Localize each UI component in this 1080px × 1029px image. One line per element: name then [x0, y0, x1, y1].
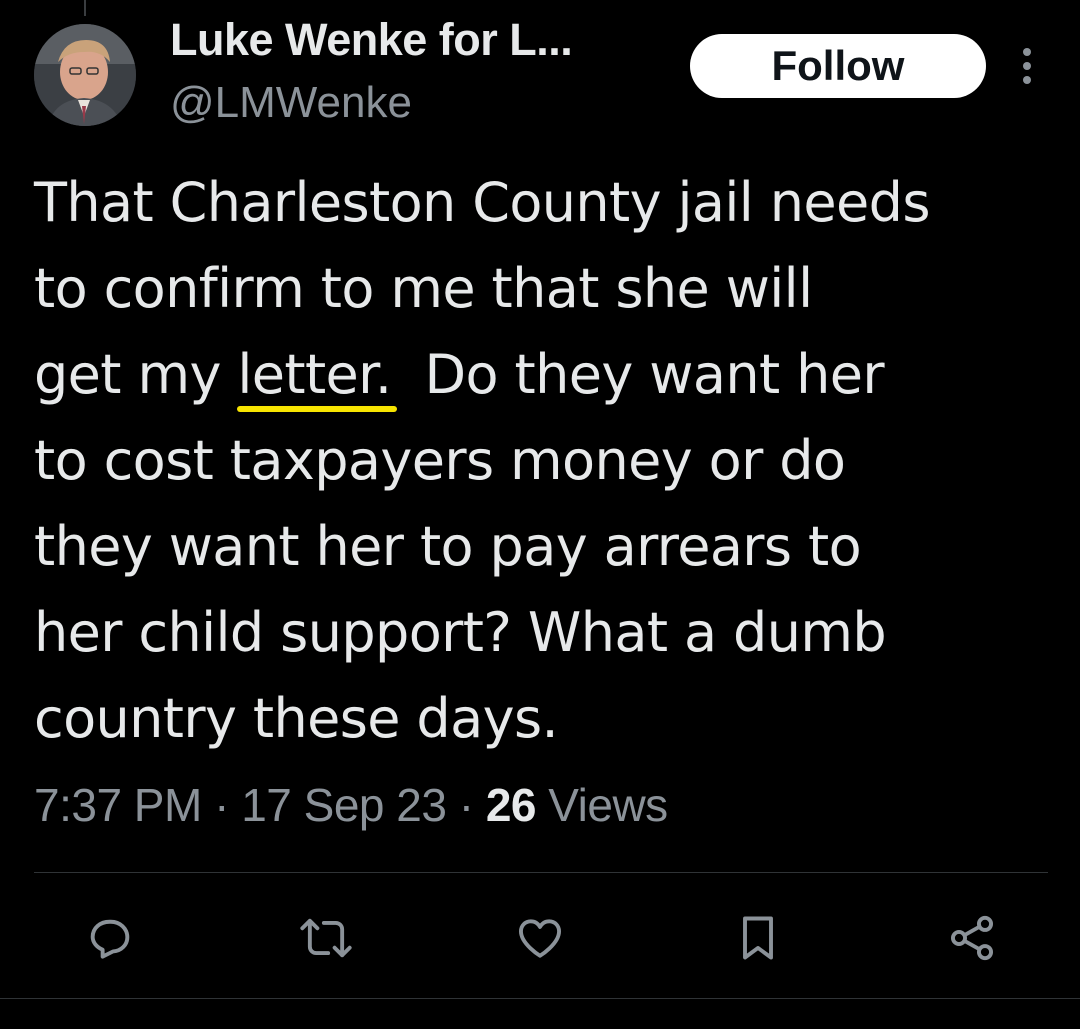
like-icon: [518, 919, 562, 958]
bottom-divider: [0, 998, 1080, 999]
avatar-image: [34, 24, 136, 126]
more-options-button[interactable]: [1010, 44, 1044, 88]
tweet-line: That Charleston County jail needs: [34, 171, 930, 234]
tweet-line: to cost taxpayers money or do: [34, 429, 846, 492]
share-icon: [950, 915, 994, 961]
tweet-text: That Charleston County jail needs to con…: [34, 160, 1054, 762]
like-button[interactable]: [512, 910, 568, 966]
meta-separator: ·: [214, 779, 229, 831]
tweet-line: to confirm to me that she will: [34, 257, 813, 320]
tweet-time[interactable]: 7:37 PM: [34, 779, 202, 831]
tweet-line: her child support? What a dumb: [34, 601, 887, 664]
views-label[interactable]: Views: [548, 779, 668, 831]
retweet-icon: [300, 918, 352, 958]
more-vertical-icon: [1023, 48, 1031, 84]
reply-icon: [90, 919, 130, 959]
retweet-button[interactable]: [298, 910, 354, 966]
divider: [34, 872, 1048, 873]
share-button[interactable]: [944, 910, 1000, 966]
bookmark-button[interactable]: [730, 910, 786, 966]
thread-connector-line: [84, 0, 86, 16]
yellow-underline-mark: [237, 406, 398, 412]
tweet-date[interactable]: 17 Sep 23: [241, 779, 447, 831]
follow-button[interactable]: Follow: [690, 34, 986, 98]
tweet-line: country these days.: [34, 687, 559, 750]
tweet-line: they want her to pay arrears to: [34, 515, 862, 578]
bookmark-icon: [743, 916, 773, 960]
reply-button[interactable]: [82, 910, 138, 966]
meta-separator: ·: [458, 779, 474, 831]
author-name[interactable]: Luke Wenke for L...: [170, 14, 573, 66]
views-count[interactable]: 26: [486, 779, 537, 831]
tweet-meta: 7:37 PM · 17 Sep 23 · 26 Views: [34, 778, 668, 832]
tweet-line-prefix: get my: [34, 343, 238, 406]
tweet-line-with-highlight: get my letter. Do they want her: [34, 332, 1054, 418]
highlighted-word-text: letter.: [237, 343, 392, 406]
highlighted-word: letter.: [237, 332, 398, 418]
avatar[interactable]: [34, 24, 136, 126]
tweet-line-suffix: Do they want her: [424, 343, 885, 406]
author-handle[interactable]: @LMWenke: [170, 78, 412, 128]
